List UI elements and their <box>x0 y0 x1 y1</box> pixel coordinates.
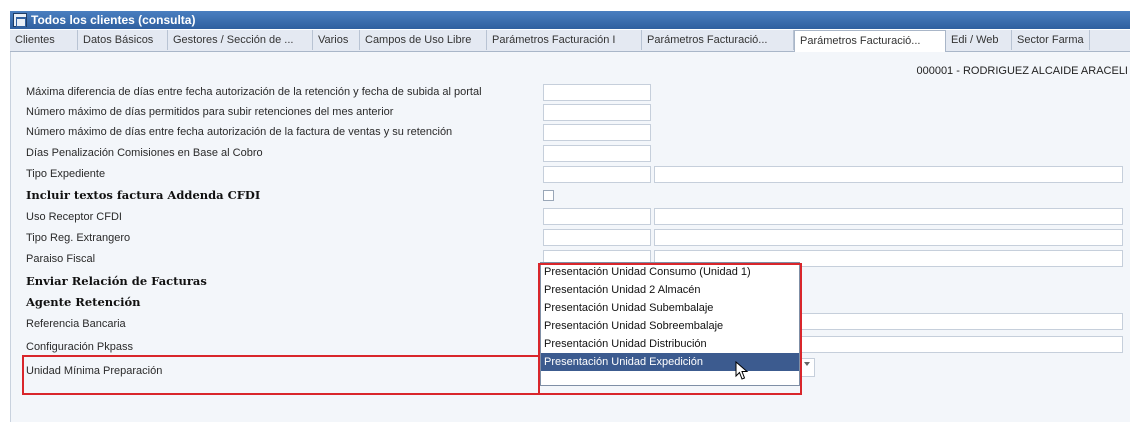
uso-receptor-code[interactable] <box>543 208 651 225</box>
app-window-icon <box>13 13 27 27</box>
tab-bar: Clientes Datos Básicos Gestores / Secció… <box>10 30 1130 52</box>
label-unidad-minima: Unidad Mínima Preparación <box>26 365 163 377</box>
tab-campos-uso-libre[interactable]: Campos de Uso Libre <box>360 30 487 50</box>
num-max-dias-factura-field[interactable] <box>543 124 651 141</box>
chevron-down-icon[interactable] <box>804 362 810 366</box>
dropdown-option[interactable]: Presentación Unidad Consumo (Unidad 1) <box>541 263 799 281</box>
label-uso-receptor: Uso Receptor CFDI <box>26 211 122 223</box>
referencia-bancaria-field[interactable] <box>800 313 1123 330</box>
tab-varios[interactable]: Varios <box>313 30 360 50</box>
tab-parametros-facturacion-1[interactable]: Parámetros Facturación I <box>487 30 642 50</box>
label-dias-penalizacion: Días Penalización Comisiones en Base al … <box>26 147 263 159</box>
tab-parametros-facturacion-2[interactable]: Parámetros Facturació... <box>642 30 794 50</box>
uso-receptor-desc[interactable] <box>654 208 1123 225</box>
label-agente-retencion: Agente Retención <box>26 295 141 309</box>
label-num-max-dias-subir: Número máximo de días permitidos para su… <box>26 106 394 118</box>
configuracion-pkpass-field[interactable] <box>800 336 1123 353</box>
dropdown-option[interactable]: Presentación Unidad Distribución <box>541 335 799 353</box>
tab-clientes[interactable]: Clientes <box>10 30 78 50</box>
dropdown-option[interactable]: Presentación Unidad 2 Almacén <box>541 281 799 299</box>
tab-sector-farma[interactable]: Sector Farma <box>1012 30 1090 50</box>
max-dif-dias-field[interactable] <box>543 84 651 101</box>
mouse-pointer-icon <box>735 361 749 380</box>
dropdown-option[interactable]: Presentación Unidad Sobreembalaje <box>541 317 799 335</box>
incluir-textos-checkbox[interactable] <box>543 190 554 201</box>
tipo-reg-code[interactable] <box>543 229 651 246</box>
dias-penalizacion-field[interactable] <box>543 145 651 162</box>
label-configuracion-pkpass: Configuración Pkpass <box>26 341 134 353</box>
tipo-reg-desc[interactable] <box>654 229 1123 246</box>
client-name: 000001 - RODRIGUEZ ALCAIDE ARACELI <box>916 65 1128 77</box>
window-title: Todos los clientes (consulta) <box>31 13 196 27</box>
tab-gestores[interactable]: Gestores / Sección de ... <box>168 30 313 50</box>
label-incluir-textos: Incluir textos factura Addenda CFDI <box>26 188 261 202</box>
tab-edi-web[interactable]: Edi / Web <box>946 30 1012 50</box>
label-referencia-bancaria: Referencia Bancaria <box>26 318 126 330</box>
label-max-dif-dias: Máxima diferencia de días entre fecha au… <box>26 86 482 98</box>
label-enviar-relacion: Enviar Relación de Facturas <box>26 274 207 288</box>
label-tipo-reg: Tipo Reg. Extrangero <box>26 232 131 244</box>
tipo-expediente-desc[interactable] <box>654 166 1123 183</box>
tab-datos-basicos[interactable]: Datos Básicos <box>78 30 168 50</box>
window-title-bar: Todos los clientes (consulta) <box>10 11 1130 29</box>
dropdown-option[interactable]: Presentación Unidad Subembalaje <box>541 299 799 317</box>
dropdown-option-selected[interactable]: Presentación Unidad Expedición <box>541 353 799 371</box>
tab-parametros-facturacion-3[interactable]: Parámetros Facturació... <box>794 30 946 52</box>
unidad-minima-dropdown: Presentación Unidad Consumo (Unidad 1) P… <box>540 262 800 386</box>
label-paraiso-fiscal: Paraiso Fiscal <box>26 253 96 265</box>
dropdown-option-blank[interactable] <box>541 371 799 385</box>
label-num-max-dias-factura: Número máximo de días entre fecha autori… <box>26 126 453 138</box>
label-tipo-expediente: Tipo Expediente <box>26 168 106 180</box>
num-max-dias-subir-field[interactable] <box>543 104 651 121</box>
tipo-expediente-code[interactable] <box>543 166 651 183</box>
